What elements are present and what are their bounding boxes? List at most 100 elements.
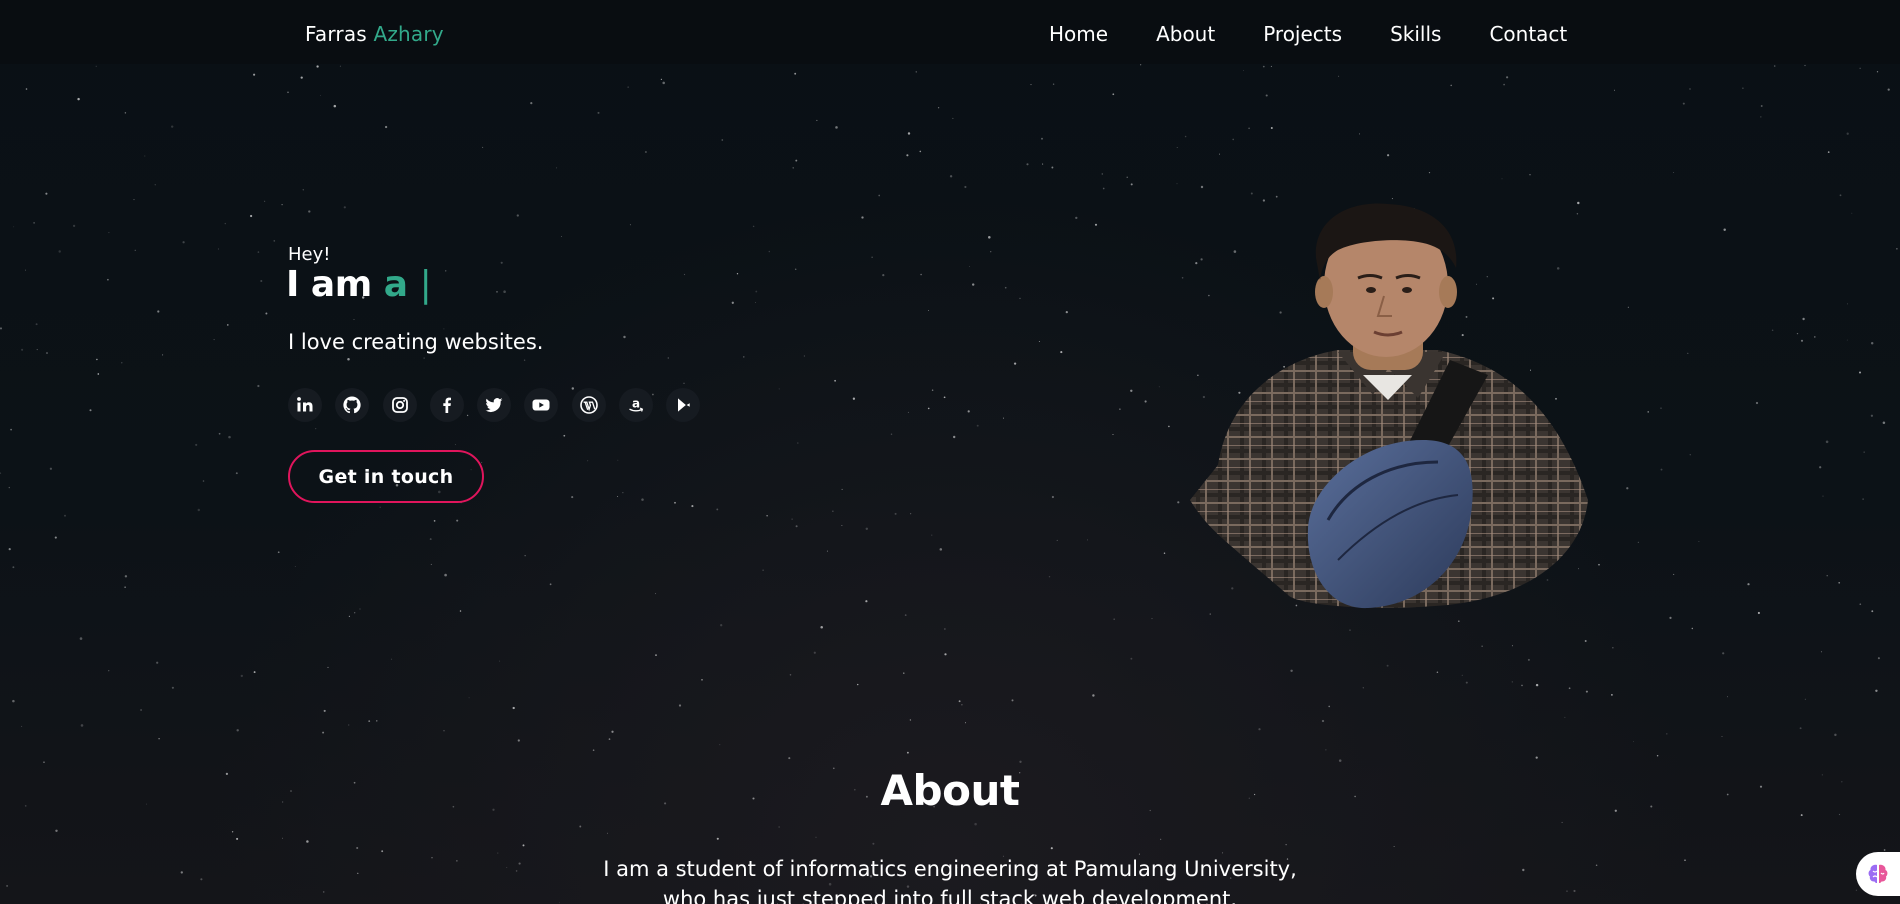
nav-link-home[interactable]: Home bbox=[1049, 22, 1108, 46]
star bbox=[1052, 83, 1055, 85]
star bbox=[162, 354, 164, 356]
star bbox=[1800, 339, 1804, 342]
star bbox=[77, 97, 80, 101]
star bbox=[1060, 351, 1063, 354]
star bbox=[719, 744, 721, 746]
star bbox=[920, 273, 922, 276]
star bbox=[218, 432, 221, 435]
star bbox=[157, 310, 160, 313]
star bbox=[1825, 440, 1829, 444]
star bbox=[43, 761, 45, 763]
star bbox=[277, 551, 280, 554]
nav-link-skills[interactable]: Skills bbox=[1390, 22, 1441, 46]
star bbox=[1265, 94, 1268, 97]
youtube-icon[interactable] bbox=[524, 388, 559, 422]
star bbox=[1258, 728, 1261, 731]
star bbox=[815, 836, 817, 838]
star bbox=[339, 65, 341, 67]
star bbox=[95, 65, 97, 67]
brain-widget-button[interactable] bbox=[1856, 852, 1900, 896]
star bbox=[1102, 187, 1105, 190]
star bbox=[1481, 645, 1483, 647]
google-play-icon[interactable] bbox=[666, 388, 701, 422]
star bbox=[1722, 652, 1725, 655]
about-line-2: who has just stepped into full stack web… bbox=[662, 887, 1238, 904]
star bbox=[629, 224, 631, 226]
star bbox=[1013, 362, 1017, 365]
star bbox=[789, 674, 792, 676]
star bbox=[791, 518, 793, 520]
star bbox=[794, 268, 797, 270]
star bbox=[249, 214, 253, 218]
star bbox=[803, 355, 805, 357]
star bbox=[928, 310, 929, 312]
star bbox=[49, 467, 53, 470]
star bbox=[376, 720, 378, 722]
nav-link-contact[interactable]: Contact bbox=[1489, 22, 1567, 46]
linkedin-icon[interactable] bbox=[288, 388, 322, 422]
star bbox=[294, 566, 296, 567]
star bbox=[240, 674, 243, 678]
star bbox=[459, 610, 462, 612]
star bbox=[1561, 821, 1563, 823]
star bbox=[1386, 664, 1389, 667]
star bbox=[482, 146, 484, 148]
wordpress-icon[interactable] bbox=[571, 388, 606, 422]
brand-logo[interactable]: Farras Azhary bbox=[305, 22, 444, 46]
star bbox=[1051, 495, 1054, 499]
star bbox=[1747, 583, 1750, 586]
star bbox=[1726, 696, 1729, 698]
star bbox=[1877, 657, 1880, 660]
star bbox=[1613, 89, 1615, 91]
star bbox=[792, 167, 794, 169]
star bbox=[154, 184, 156, 186]
nav-link-projects[interactable]: Projects bbox=[1263, 22, 1342, 46]
star bbox=[1011, 699, 1014, 702]
star bbox=[964, 185, 967, 189]
star bbox=[857, 683, 859, 686]
star bbox=[379, 506, 381, 508]
star bbox=[826, 550, 828, 552]
star bbox=[865, 527, 869, 531]
star bbox=[36, 349, 38, 351]
about-heading: About bbox=[880, 766, 1020, 815]
star bbox=[1755, 401, 1759, 405]
star bbox=[1859, 67, 1861, 69]
star bbox=[1896, 248, 1898, 250]
instagram-icon[interactable] bbox=[382, 388, 417, 422]
twitter-icon[interactable] bbox=[477, 388, 512, 422]
star bbox=[1048, 576, 1051, 578]
star bbox=[907, 132, 911, 135]
star bbox=[1633, 741, 1634, 743]
star bbox=[381, 850, 384, 853]
star bbox=[1660, 407, 1662, 409]
star bbox=[816, 119, 818, 121]
star bbox=[348, 615, 351, 618]
star bbox=[1436, 671, 1439, 673]
star bbox=[323, 709, 326, 712]
star bbox=[937, 107, 940, 109]
star bbox=[1827, 151, 1830, 153]
star bbox=[720, 624, 723, 627]
star bbox=[333, 104, 337, 108]
star bbox=[1862, 498, 1864, 500]
nav-link-about[interactable]: About bbox=[1156, 22, 1215, 46]
star bbox=[907, 411, 909, 413]
star bbox=[1242, 70, 1244, 71]
star bbox=[1721, 736, 1723, 738]
star bbox=[1092, 694, 1095, 697]
star bbox=[224, 222, 226, 225]
star bbox=[522, 844, 525, 847]
star bbox=[306, 840, 309, 843]
star bbox=[1598, 563, 1600, 566]
get-in-touch-button[interactable]: Get in touch bbox=[288, 450, 484, 503]
svg-text:a: a bbox=[632, 397, 640, 411]
star bbox=[606, 832, 609, 834]
github-icon[interactable] bbox=[335, 388, 370, 422]
star bbox=[21, 348, 24, 351]
hero-title-prefix: I am bbox=[286, 264, 372, 305]
star bbox=[264, 200, 266, 202]
star bbox=[1666, 733, 1668, 735]
amazon-icon[interactable]: a bbox=[619, 388, 654, 422]
facebook-icon[interactable] bbox=[429, 388, 464, 422]
